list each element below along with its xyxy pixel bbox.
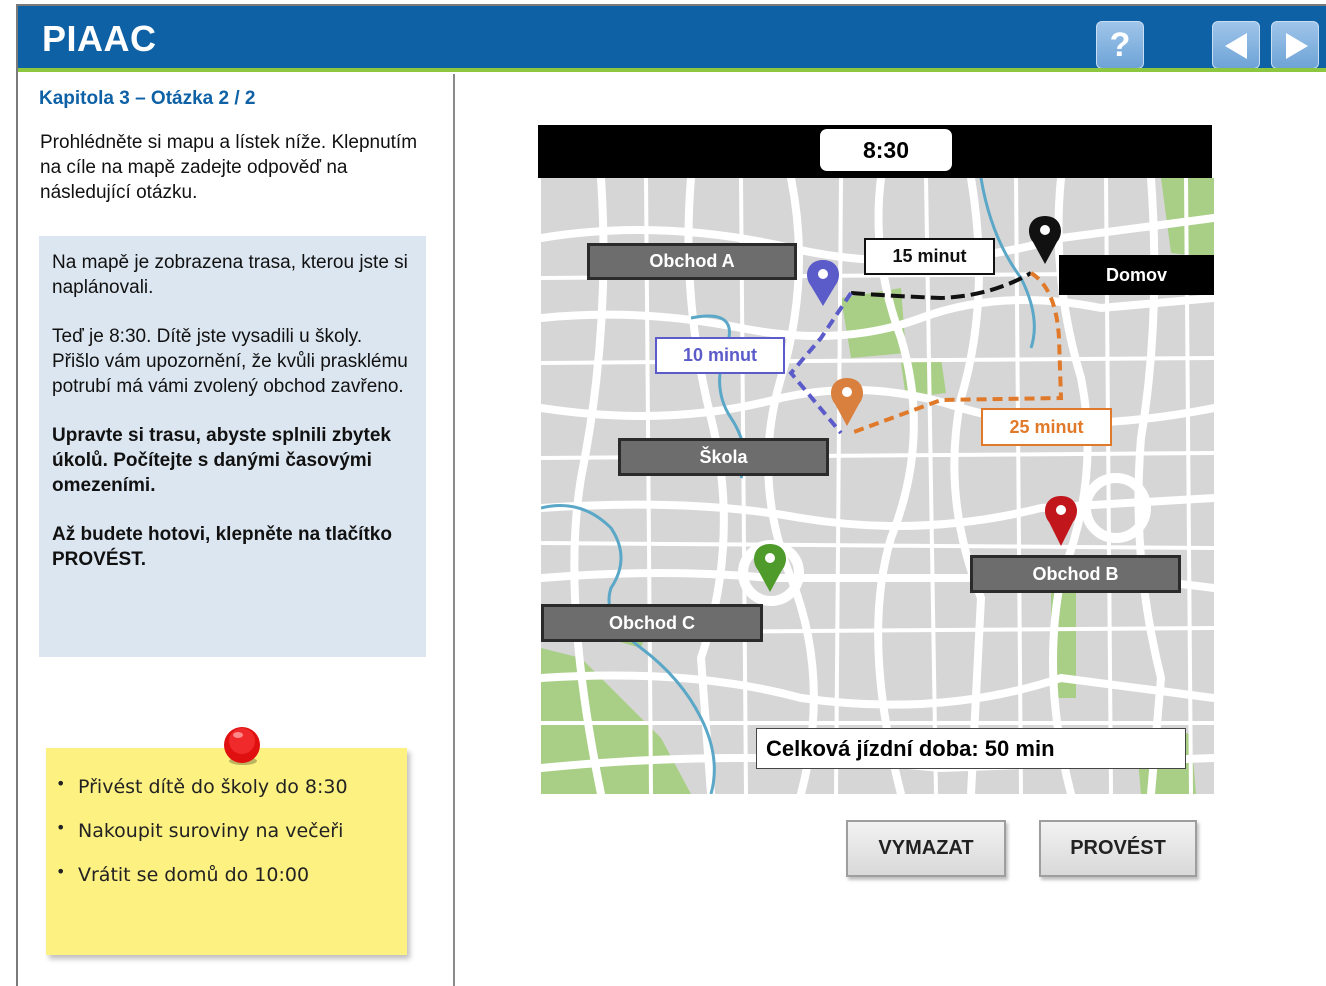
location-shop-a[interactable]: Obchod A (587, 243, 797, 280)
total-travel-time: Celková jízdní doba: 50 min (756, 728, 1186, 769)
app-title: PIAAC (42, 18, 157, 59)
sticky-note: Přivést dítě do školy do 8:30 Nakoupit s… (46, 748, 407, 955)
note-item: Nakoupit suroviny na večeři (56, 818, 397, 842)
location-home[interactable]: Domov (1059, 255, 1214, 295)
help-icon: ? (1109, 26, 1131, 64)
panel-divider (453, 74, 455, 986)
submit-button[interactable]: PROVÉST (1039, 820, 1197, 877)
task-paragraph: Upravte si trasu, abyste splnili zbytek … (52, 425, 391, 496)
header-stripe (18, 68, 1326, 72)
pushpin-icon (224, 727, 260, 765)
previous-button[interactable] (1212, 21, 1260, 69)
clear-button[interactable]: VYMAZAT (846, 820, 1006, 877)
next-button[interactable] (1271, 21, 1319, 69)
note-item: Vrátit se domů do 10:00 (56, 862, 397, 886)
task-paragraph: Na mapě je zobrazena trasa, kterou jste … (52, 252, 408, 298)
arrow-right-icon (1286, 33, 1308, 59)
clock-display: 8:30 (820, 129, 952, 171)
note-list: Přivést dítě do školy do 8:30 Nakoupit s… (46, 748, 407, 886)
leg-time-orange: 25 minut (981, 408, 1112, 446)
header-bar: PIAAC ? (18, 6, 1326, 69)
instructions-text: Prohlédněte si mapu a lístek níže. Klepn… (40, 132, 418, 203)
leg-time-black: 15 minut (864, 238, 995, 275)
leg-time-blue: 10 minut (655, 337, 785, 374)
location-shop-b[interactable]: Obchod B (970, 555, 1181, 593)
location-school[interactable]: Škola (618, 438, 829, 476)
help-button[interactable]: ? (1096, 21, 1144, 69)
task-box: Na mapě je zobrazena trasa, kterou jste … (39, 236, 426, 657)
location-shop-c[interactable]: Obchod C (541, 604, 763, 642)
note-item: Přivést dítě do školy do 8:30 (56, 774, 397, 798)
task-paragraph: Teď je 8:30. Dítě jste vysadili u školy.… (52, 326, 408, 397)
arrow-left-icon (1225, 33, 1247, 59)
task-paragraph: Až budete hotovi, klepněte na tlačítko P… (52, 524, 392, 570)
chapter-title: Kapitola 3 – Otázka 2 / 2 (39, 88, 256, 109)
